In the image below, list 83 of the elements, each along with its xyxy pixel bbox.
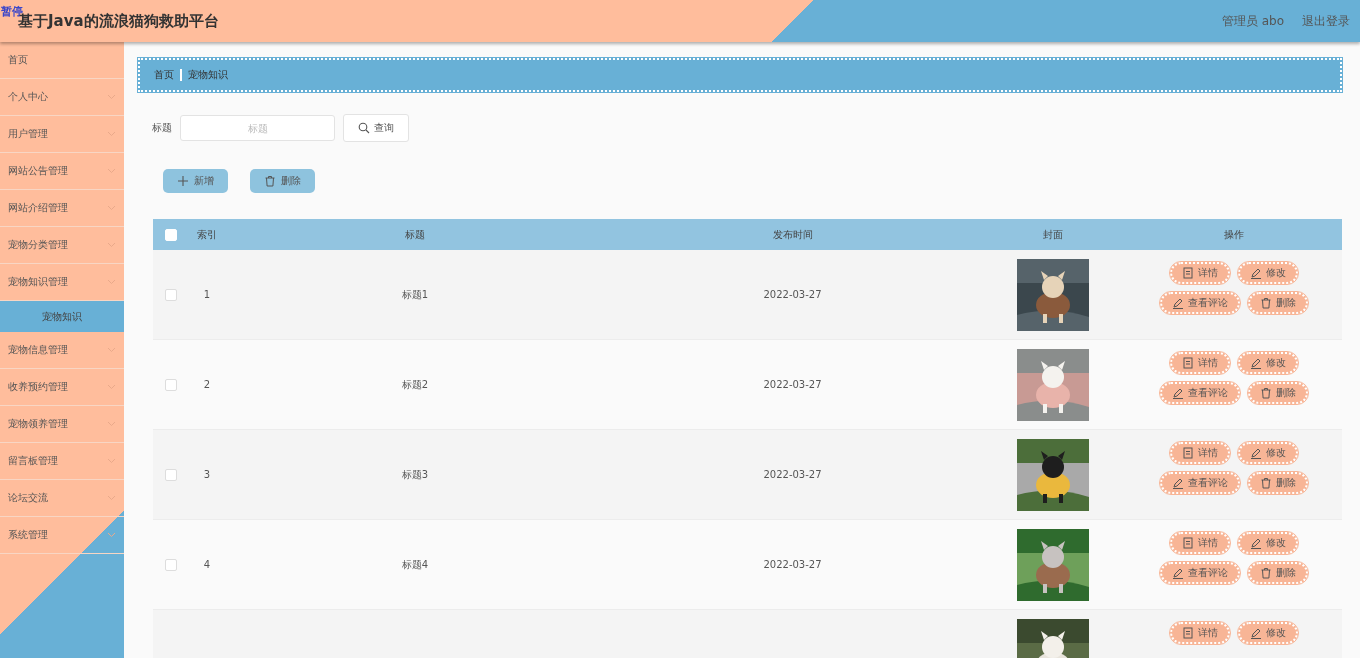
logout-link[interactable]: 退出登录 [1302,12,1350,30]
table-cell: 标题2 [401,377,429,392]
column-header: 发布时间 [772,227,813,242]
table-cell: 1 [203,289,211,300]
user-label: 管理员 abo [1221,12,1284,30]
edit-button[interactable]: 修改 [1237,622,1298,644]
pencil-icon [1249,537,1262,549]
plus-icon [177,175,189,187]
search-button[interactable]: 查询 [343,114,409,142]
checkbox[interactable] [165,288,177,301]
add-button[interactable]: 新增 [163,169,228,193]
breadcrumb-link[interactable]: 宠物知识 [188,68,228,82]
edit-button[interactable]: 修改 [1237,262,1298,284]
comments-button[interactable]: 查看评论 [1159,472,1240,494]
sidebar-item[interactable]: 论坛交流 [0,480,124,517]
sidebar-item[interactable]: 宠物分类管理 [0,227,124,264]
pencil-icon [1171,387,1184,399]
edit-button[interactable]: 修改 [1237,442,1298,464]
detail-button[interactable]: 详情 [1169,442,1230,464]
table-cell: 3 [203,469,211,480]
pencil-icon [1249,357,1262,369]
checkbox[interactable] [165,558,177,571]
delete-button[interactable]: 删除 [1247,382,1308,404]
table-cell: 2022-03-27 [763,379,822,390]
comments-button[interactable]: 查看评论 [1159,292,1240,314]
delete-button[interactable]: 删除 [1247,472,1308,494]
sidebar-item[interactable]: 网站公告管理 [0,153,124,190]
column-header: 操作 [1223,227,1244,242]
submenu-item[interactable]: 宠物知识 [0,301,124,332]
detail-button[interactable]: 详情 [1169,622,1230,644]
sidebar-item[interactable]: 网站介绍管理 [0,190,124,227]
column-header: 索引 [197,227,217,242]
document-icon [1181,627,1194,639]
sidebar-item[interactable]: 用户管理 [0,116,124,153]
trash-icon [264,175,276,187]
table-cell: 2022-03-27 [763,559,822,570]
pencil-icon [1171,567,1184,579]
detail-button[interactable]: 详情 [1169,532,1230,554]
trash-icon [1259,297,1272,309]
document-icon [1181,537,1194,549]
pencil-icon [1249,267,1262,279]
delete-button[interactable]: 删除 [250,169,315,193]
edit-button[interactable]: 修改 [1237,352,1298,374]
table-cell: 2022-03-27 [763,469,822,480]
sidebar-item[interactable]: 宠物信息管理 [0,332,124,369]
trash-icon [1259,477,1272,489]
document-icon [1181,357,1194,369]
table-cell: 2022-03-27 [763,289,822,300]
document-icon [1181,447,1194,459]
edit-button[interactable]: 修改 [1237,532,1298,554]
table-cell: 标题1 [401,287,429,302]
search-icon [358,122,370,134]
trash-icon [1259,567,1272,579]
sidebar-item[interactable]: 留言板管理 [0,443,124,480]
search-label: 标题 [152,121,172,135]
sidebar-item[interactable]: 个人中心 [0,79,124,116]
comments-button[interactable]: 查看评论 [1159,382,1240,404]
delete-button[interactable]: 删除 [1247,562,1308,584]
sidebar-item[interactable]: 首页 [0,42,124,79]
table-cell: 标题3 [401,467,429,482]
detail-button[interactable]: 详情 [1169,262,1230,284]
trash-icon [1259,387,1272,399]
table-cell: 2 [203,379,211,390]
pencil-icon [1249,627,1262,639]
document-icon [1181,267,1194,279]
delete-button[interactable]: 删除 [1247,292,1308,314]
column-header: 封面 [1042,227,1063,242]
pencil-icon [1171,297,1184,309]
sidebar-item[interactable]: 收养预约管理 [0,369,124,406]
sidebar-item[interactable]: 系统管理 [0,517,124,554]
sidebar-item[interactable]: 宠物领养管理 [0,406,124,443]
checkbox[interactable] [165,378,177,391]
chevron-down-icon [107,532,116,538]
detail-button[interactable]: 详情 [1169,352,1230,374]
search-field[interactable]: 标题 [180,115,335,141]
comments-button[interactable]: 查看评论 [1159,562,1240,584]
table-cell: 4 [203,559,211,570]
pencil-icon [1249,447,1262,459]
pencil-icon [1171,477,1184,489]
checkbox[interactable] [165,468,177,481]
breadcrumb-link[interactable]: 首页 [154,68,174,82]
column-header: 标题 [405,227,425,242]
table-cell: 标题4 [401,557,429,572]
